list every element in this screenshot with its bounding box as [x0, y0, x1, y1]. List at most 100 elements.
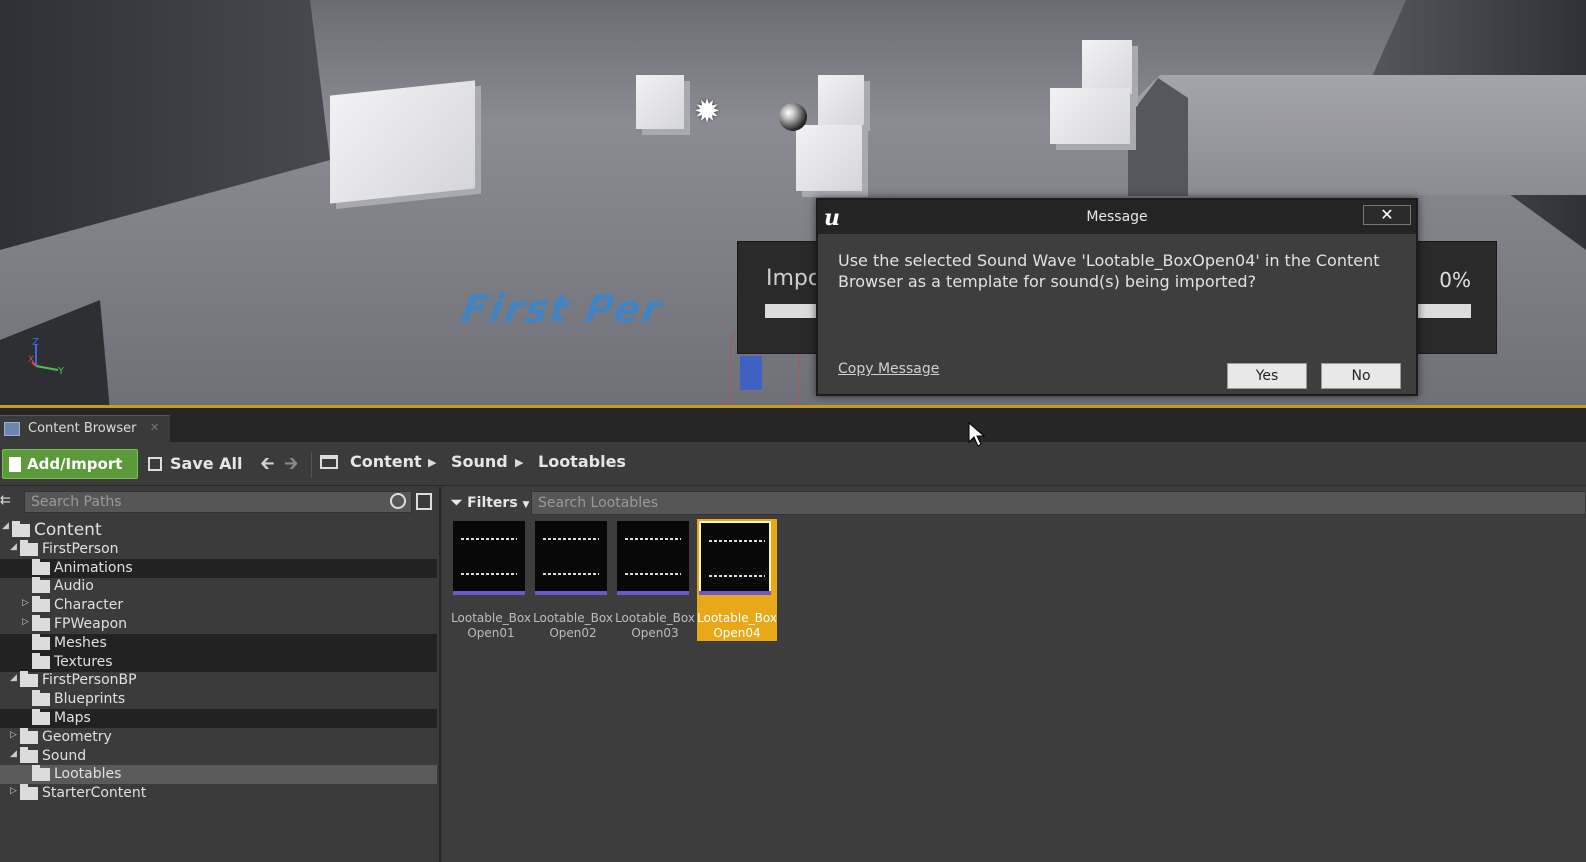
close-button[interactable]: ✕	[1363, 205, 1411, 225]
cube-stack-bottom[interactable]	[1050, 88, 1130, 144]
tree-item[interactable]: Maps	[0, 709, 437, 728]
save-all-button[interactable]: Save All	[148, 451, 243, 477]
view-options-icon[interactable]	[416, 493, 432, 510]
viewport-right-block	[1130, 75, 1586, 195]
tree-item-label: Lootables	[54, 766, 122, 783]
asset-type-bar	[535, 591, 607, 595]
asset-name-line1: Lootable_Box	[533, 611, 613, 625]
waveform-line	[709, 575, 765, 577]
tree-item[interactable]: Animations	[0, 558, 437, 578]
axis-x-label: X	[28, 355, 34, 365]
tree-item[interactable]: Meshes	[0, 633, 437, 653]
filter-icon: ⏷	[451, 495, 463, 511]
tree-item[interactable]: ◢ Content	[0, 519, 437, 541]
breadcrumb-arrow-icon[interactable]: ▶	[428, 456, 436, 469]
back-arrow-icon[interactable]: 🡰	[260, 451, 275, 481]
waveform-line	[461, 573, 517, 575]
waveform-line	[625, 538, 681, 540]
filters-button[interactable]: ⏷ Filters ▼	[451, 492, 529, 514]
breadcrumb-arrow-icon[interactable]: ▶	[515, 456, 523, 469]
dialog-titlebar[interactable]: u Message ✕	[818, 200, 1416, 234]
add-import-button[interactable]: Add/Import ▼	[2, 449, 138, 500]
collapse-arrow-icon[interactable]: ◢	[10, 749, 17, 759]
expand-arrow-icon[interactable]: ▷	[22, 617, 29, 627]
folder-icon	[32, 690, 50, 707]
tree-item[interactable]: ▷ StarterContent	[0, 784, 437, 803]
content-browser-tabbar	[0, 408, 1586, 442]
message-dialog: u Message ✕ Use the selected Sound Wave …	[816, 198, 1418, 396]
tree-item[interactable]: Blueprints	[0, 690, 437, 709]
asset-name-line1: Lootable_Box	[697, 611, 777, 625]
sound-wave-thumbnail	[453, 521, 525, 593]
tree-item[interactable]: ▷ Character	[0, 596, 437, 615]
content-browser-toolbar: Add/Import ▼ Save All 🡰 🡲 Content ▶ Soun…	[0, 442, 1586, 500]
asset-type-bar	[453, 591, 525, 595]
new-file-icon	[9, 457, 21, 472]
breadcrumb-content[interactable]: Content	[350, 452, 422, 471]
asset-tile[interactable]: Lootable_Box Open03	[615, 519, 695, 641]
folder-open-icon[interactable]	[320, 455, 338, 469]
collapse-arrow-icon[interactable]: ◢	[10, 673, 17, 683]
cube-large[interactable]	[330, 80, 475, 204]
cube-small-1[interactable]	[636, 75, 684, 129]
player-start-icon[interactable]	[740, 356, 762, 390]
folder-icon	[32, 558, 50, 575]
asset-tile[interactable]: Lootable_Box Open02	[533, 519, 613, 641]
folder-icon	[20, 671, 38, 688]
expand-arrow-icon[interactable]: ▷	[22, 598, 29, 608]
tree-item-label: Sound	[42, 747, 87, 764]
search-icon[interactable]	[390, 493, 406, 509]
breadcrumb-sound[interactable]: Sound	[451, 452, 508, 471]
tree-item[interactable]: ▷ FPWeapon	[0, 615, 437, 634]
asset-tile[interactable]: Lootable_Box Open01	[451, 519, 531, 641]
tree-item-label: Textures	[54, 653, 113, 670]
asset-tile[interactable]: Lootable_Box Open04	[697, 519, 777, 641]
collapse-arrow-icon[interactable]: ◢	[2, 521, 9, 531]
tab-close-icon[interactable]: ✕	[150, 421, 159, 434]
tree-item[interactable]: ◢ FirstPersonBP	[0, 671, 437, 690]
breadcrumb-lootables[interactable]: Lootables	[538, 452, 626, 471]
tree-item-label: Character	[54, 597, 124, 614]
waveform-line	[461, 538, 517, 540]
folder-icon	[32, 652, 50, 669]
copy-message-link[interactable]: Copy Message	[838, 361, 939, 377]
no-button[interactable]: No	[1321, 363, 1401, 389]
folder-icon	[32, 596, 50, 613]
tree-item[interactable]: Lootables	[0, 765, 437, 785]
search-paths-input[interactable]	[24, 491, 412, 513]
waveform-line	[709, 540, 765, 542]
sphere-reflection-icon[interactable]	[779, 103, 807, 131]
asset-name-line1: Lootable_Box	[451, 611, 531, 625]
folder-icon	[20, 539, 38, 556]
forward-arrow-icon[interactable]: 🡲	[284, 451, 299, 481]
tree-item[interactable]: Audio	[0, 577, 437, 596]
tree-item[interactable]: Textures	[0, 652, 437, 672]
expand-arrow-icon[interactable]: ▷	[10, 786, 17, 796]
axis-gizmo-icon: Z X Y	[28, 337, 65, 377]
level-viewport[interactable]: ✹ First Per Z X Y Impo 0% u Message ✕ Us…	[0, 0, 1586, 411]
tree-item[interactable]: ▷ Geometry	[0, 727, 437, 747]
folder-icon	[32, 615, 50, 631]
yes-button[interactable]: Yes	[1227, 363, 1307, 389]
search-assets-input[interactable]	[531, 491, 1586, 515]
chevron-down-icon: ▼	[522, 500, 530, 510]
tree-item[interactable]: ◢ FirstPerson	[0, 539, 437, 559]
asset-name-line2: Open03	[631, 626, 679, 640]
content-browser-icon	[4, 422, 20, 436]
tree-item[interactable]: ◢ Sound	[0, 746, 437, 766]
collapse-arrow-icon[interactable]: ◢	[10, 542, 17, 552]
filters-label: Filters	[467, 495, 518, 511]
asset-name: Lootable_Box Open02	[533, 611, 613, 641]
tree-item-label: Geometry	[42, 728, 112, 745]
cube-small-3[interactable]	[796, 125, 862, 191]
dialog-title: Message	[1086, 209, 1148, 225]
folder-icon	[20, 784, 38, 801]
toggle-sources-icon[interactable]: ⇇	[0, 493, 20, 511]
expand-arrow-icon[interactable]: ▷	[10, 730, 17, 740]
toolbar-separator	[311, 452, 312, 478]
save-all-label: Save All	[170, 454, 243, 473]
tab-content-browser[interactable]: Content Browser ✕	[0, 415, 170, 442]
tree-item-label: Blueprints	[54, 691, 126, 708]
directional-light-icon[interactable]: ✹	[690, 94, 724, 128]
cube-small-2[interactable]	[818, 75, 864, 125]
